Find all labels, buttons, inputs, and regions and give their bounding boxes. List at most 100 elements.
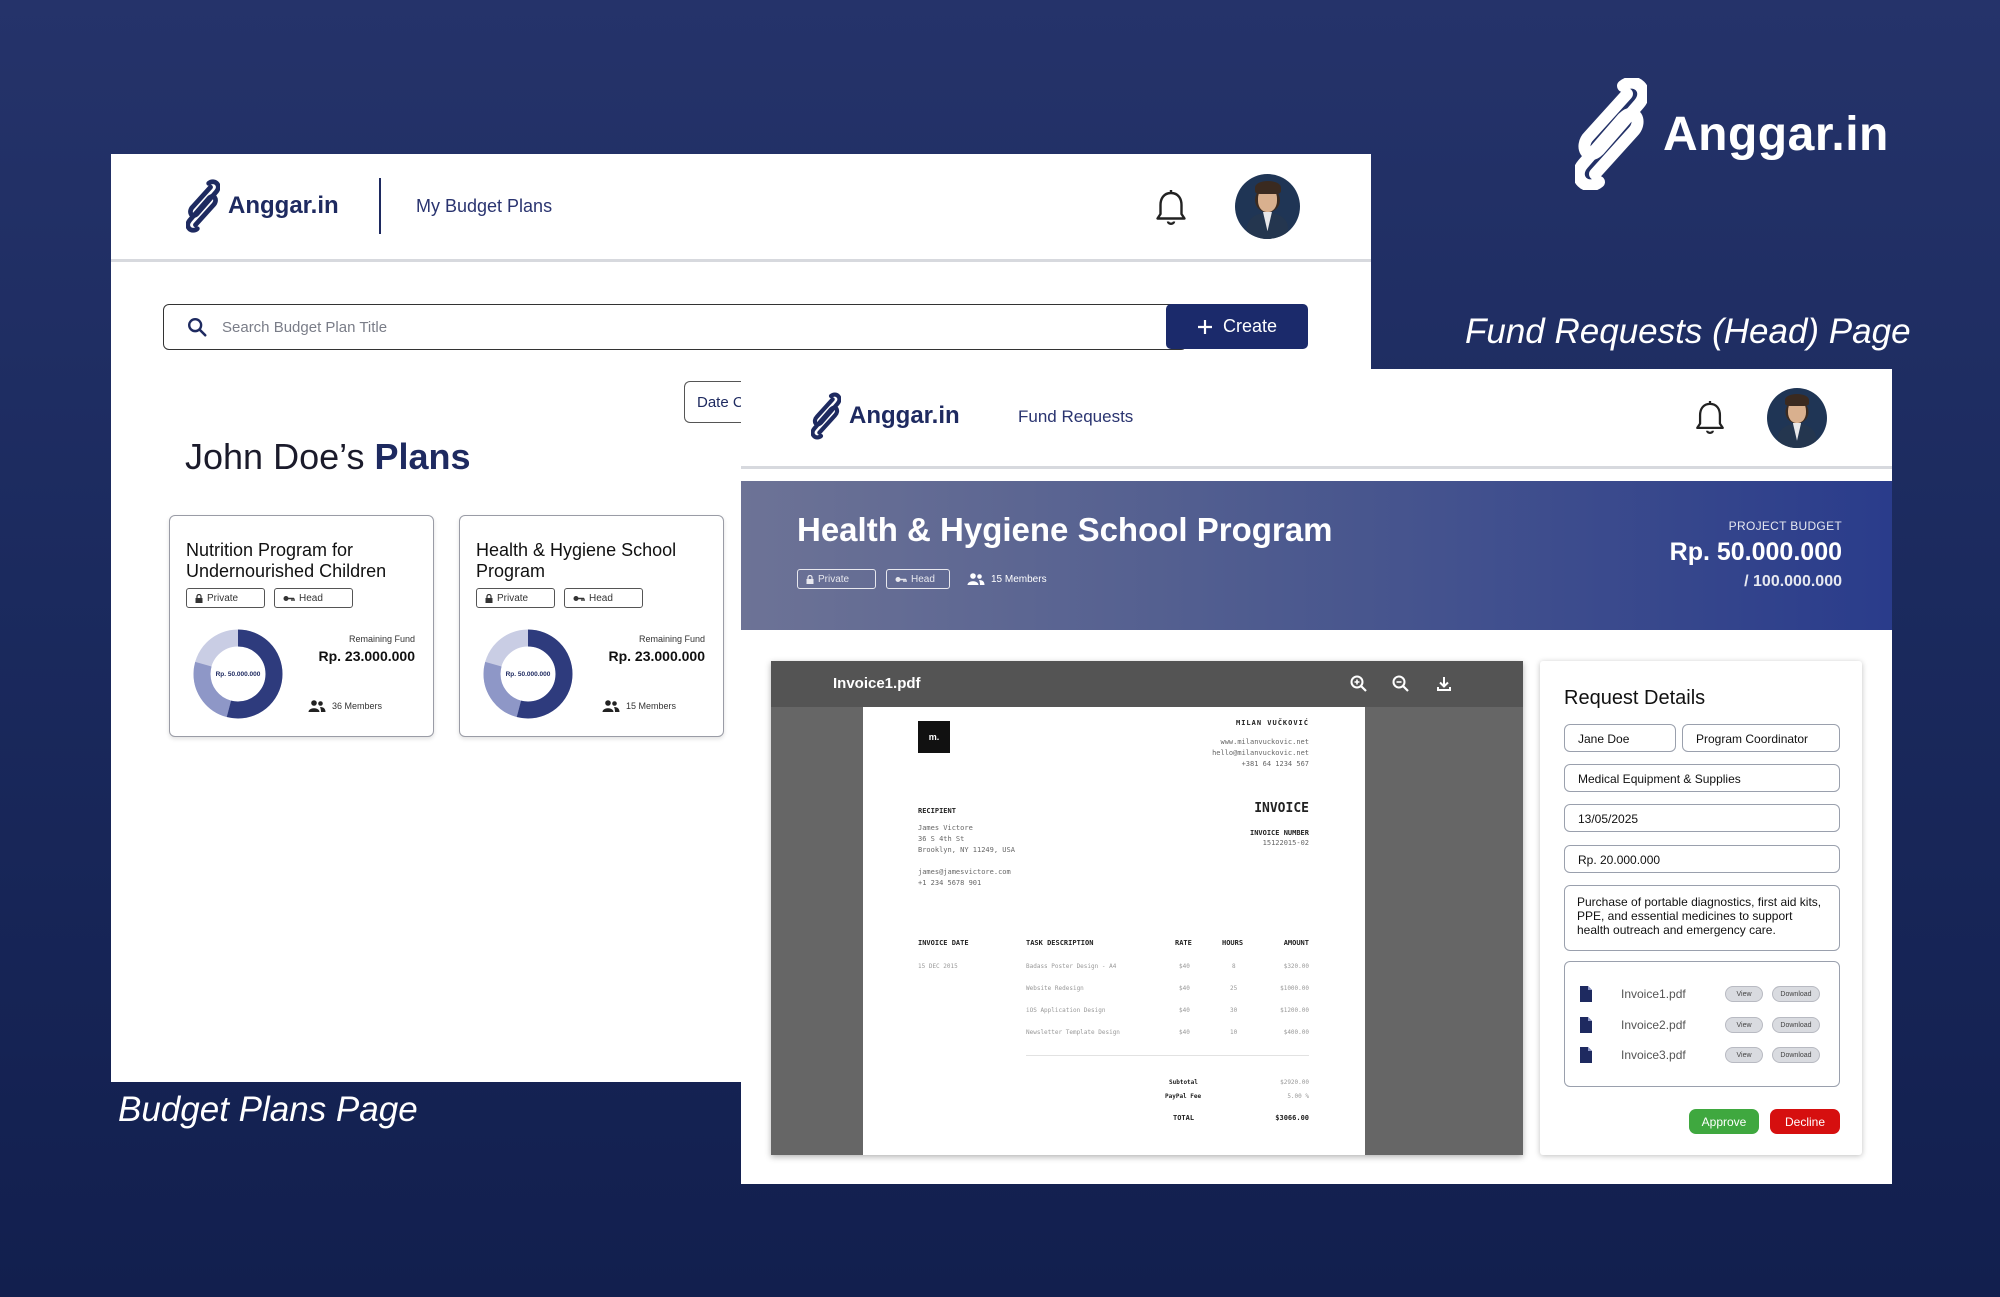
- attachments-list: Invoice1.pdf View Download Invoice2.pdf …: [1564, 961, 1840, 1087]
- download-button[interactable]: Download: [1772, 986, 1820, 1002]
- brand-name: Anggar.in: [849, 402, 960, 429]
- requester-role-field[interactable]: Program Coordinator: [1682, 724, 1840, 752]
- search-input[interactable]: Search Budget Plan Title: [222, 319, 387, 336]
- program-title: Health & Hygiene School Program: [797, 511, 1333, 548]
- private-tag: Private: [476, 588, 555, 608]
- row-hours: 10: [1230, 1029, 1238, 1036]
- fund-requests-page: Anggar.in Fund Requests Health & Hygiene…: [741, 369, 1892, 1184]
- request-details-card: Request Details Jane Doe Program Coordin…: [1540, 661, 1862, 1155]
- col-invoice-date: INVOICE DATE: [918, 939, 969, 947]
- date-field[interactable]: 13/05/2025: [1564, 804, 1840, 832]
- attachment-name: Invoice3.pdf: [1621, 1048, 1686, 1062]
- view-button[interactable]: View: [1725, 986, 1763, 1002]
- avatar[interactable]: [1235, 174, 1300, 239]
- create-button[interactable]: Create: [1166, 304, 1308, 349]
- project-budget-label: PROJECT BUDGET: [1728, 519, 1842, 533]
- create-label: Create: [1222, 316, 1278, 336]
- private-tag: Private: [186, 588, 265, 608]
- approve-button[interactable]: Approve: [1689, 1109, 1759, 1134]
- project-budget-total: / 100.000.000: [1744, 573, 1842, 590]
- lock-icon: [485, 593, 493, 603]
- total-label: TOTAL: [1173, 1114, 1195, 1122]
- attachment-name: Invoice2.pdf: [1621, 1018, 1686, 1032]
- zoom-in-icon[interactable]: [1349, 674, 1369, 694]
- plans-owner: John Doe’s: [185, 436, 365, 477]
- download-icon[interactable]: [1434, 674, 1454, 694]
- subtotal-value: $2920.00: [1280, 1079, 1309, 1086]
- brand-logo[interactable]: Anggar.in: [186, 178, 339, 234]
- bell-icon[interactable]: [1153, 188, 1189, 228]
- description-field[interactable]: Purchase of portable diagnostics, first …: [1564, 885, 1840, 951]
- users-icon: [602, 700, 620, 712]
- invoice-divider: [1026, 1055, 1309, 1056]
- attachment-row: Invoice3.pdf View Download: [1579, 1045, 1829, 1065]
- nav-title[interactable]: My Budget Plans: [416, 196, 552, 217]
- download-button[interactable]: Download: [1772, 1017, 1820, 1033]
- row-rate: $40: [1179, 985, 1190, 992]
- caption-budget-plans: Budget Plans Page: [118, 1090, 418, 1129]
- key-icon: [895, 576, 907, 582]
- anggar-logo-icon: [186, 179, 220, 233]
- invoice-logo: m.: [918, 721, 950, 753]
- role-tag: Head: [274, 588, 353, 608]
- view-button[interactable]: View: [1725, 1047, 1763, 1063]
- top-nav: Anggar.in My Budget Plans: [111, 154, 1371, 262]
- plan-title: Health & Hygiene School Program: [476, 540, 677, 581]
- remaining-fund-label: Remaining Fund: [348, 634, 415, 644]
- nav-title[interactable]: Fund Requests: [1018, 407, 1133, 427]
- row-rate: $40: [1179, 963, 1190, 970]
- brand-name: Anggar.in: [228, 192, 339, 219]
- remaining-fund-value: Rp. 23.000.000: [608, 648, 705, 664]
- download-button[interactable]: Download: [1772, 1047, 1820, 1063]
- issuer-contact: www.milanvuckovic.net hello@milanvuckovi…: [1212, 737, 1309, 770]
- row-task: iOS Application Design: [1026, 1007, 1106, 1014]
- requester-name-field[interactable]: Jane Doe: [1564, 724, 1676, 752]
- brand-logo[interactable]: Anggar.in: [811, 391, 960, 441]
- budget-donut-chart: Rp. 50.000.000: [193, 629, 283, 719]
- donut-label: Rp. 50.000.000: [506, 671, 551, 678]
- remaining-fund-label: Remaining Fund: [638, 634, 705, 644]
- pdf-toolbar: Invoice1.pdf: [771, 661, 1523, 707]
- category-field[interactable]: Medical Equipment & Supplies: [1564, 764, 1840, 792]
- row-hours: 8: [1232, 963, 1236, 970]
- decline-button[interactable]: Decline: [1770, 1109, 1840, 1134]
- private-tag: Private: [797, 569, 876, 589]
- pdf-viewer[interactable]: Invoice1.pdf m. MILAN VUČKOVIĆ www.milan…: [771, 661, 1523, 1155]
- plan-card[interactable]: Nutrition Program for Undernourished Chi…: [169, 515, 434, 737]
- budget-donut-chart: Rp. 50.000.000: [483, 629, 573, 719]
- col-hours: HOURS: [1222, 939, 1244, 947]
- invoice-number-value: 15122015-02: [1262, 839, 1309, 847]
- lock-icon: [806, 574, 814, 584]
- plus-icon: [1197, 319, 1212, 334]
- zoom-out-icon[interactable]: [1391, 674, 1411, 694]
- tag-label: Private: [818, 573, 850, 585]
- row-amount: $320.00: [1283, 963, 1309, 970]
- amount-field[interactable]: Rp. 20.000.000: [1564, 845, 1840, 873]
- view-button[interactable]: View: [1725, 1017, 1763, 1033]
- attachment-row: Invoice1.pdf View Download: [1579, 984, 1829, 1004]
- remaining-fund-value: Rp. 23.000.000: [318, 648, 415, 664]
- fee-value: 5.00 %: [1287, 1093, 1309, 1100]
- pdf-file-name: Invoice1.pdf: [833, 675, 921, 692]
- brand-name: Anggar.in: [1663, 107, 1889, 161]
- avatar[interactable]: [1767, 388, 1827, 448]
- invoice-page: m. MILAN VUČKOVIĆ www.milanvuckovic.net …: [863, 707, 1365, 1155]
- pdf-file-icon: [1580, 986, 1592, 1002]
- col-amount: AMOUNT: [1283, 939, 1309, 947]
- row-hours: 25: [1230, 985, 1238, 992]
- plan-card[interactable]: Health & Hygiene School Program Private …: [459, 515, 724, 737]
- search-bar[interactable]: Search Budget Plan Title: [163, 304, 1187, 350]
- anggar-logo-icon: [1575, 78, 1647, 190]
- row-amount: $1000.00: [1280, 985, 1309, 992]
- recipient-line: James Victore: [918, 824, 973, 832]
- project-budget-value: Rp. 50.000.000: [1669, 538, 1842, 566]
- col-rate: RATE: [1175, 939, 1192, 947]
- tag-label: Head: [911, 573, 935, 585]
- top-nav: Anggar.in Fund Requests: [741, 369, 1892, 469]
- subtotal-label: Subtotal: [1169, 1079, 1198, 1086]
- request-details-heading: Request Details: [1564, 687, 1706, 709]
- row-rate: $40: [1179, 1029, 1190, 1036]
- issuer-line: www.milanvuckovic.net: [1220, 738, 1309, 746]
- bell-icon[interactable]: [1693, 399, 1727, 437]
- issuer-name: MILAN VUČKOVIĆ: [1235, 719, 1309, 727]
